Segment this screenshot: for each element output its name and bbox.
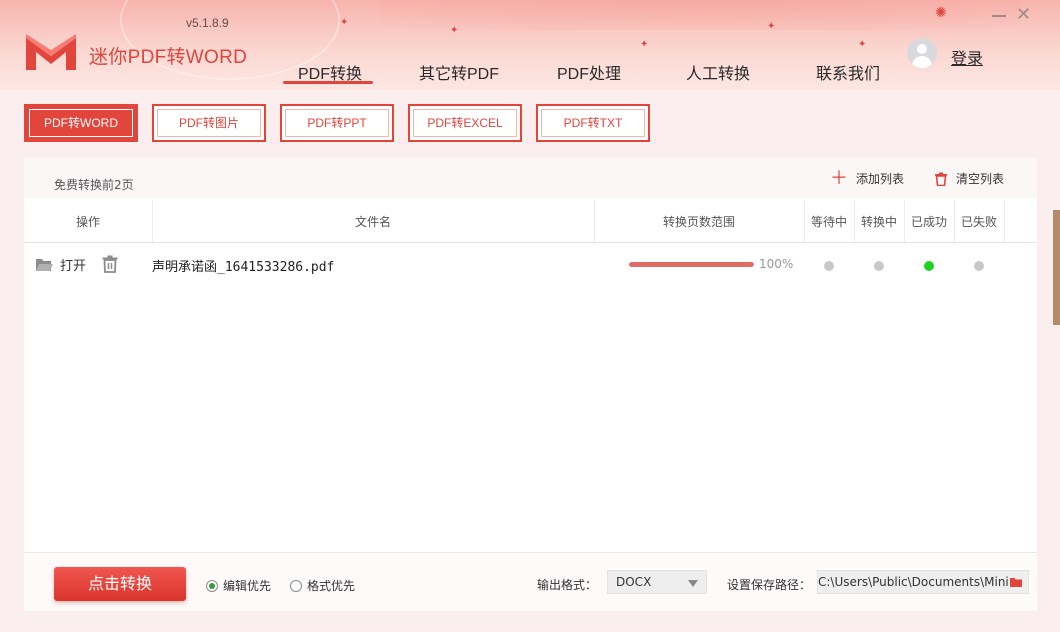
output-format-label: 输出格式： xyxy=(537,578,598,592)
radio-edit-priority[interactable]: 编辑优先 xyxy=(206,577,271,594)
header-decoration xyxy=(380,0,1020,30)
save-path-field[interactable]: C:\Users\Public\Documents\Mini xyxy=(817,570,1029,594)
file-name: 声明承诺函_1641533286.pdf xyxy=(152,260,335,275)
header-failed: 已失败 xyxy=(960,215,997,229)
app-header: ✦ ✦ ✦ ✦ ✺ ✦ 迷你PDF转WORD v5.1.8.9 PDF转换 其它… xyxy=(0,0,1060,90)
sparkle-icon: ✦ xyxy=(450,25,459,36)
radio-unchecked-icon xyxy=(290,579,302,592)
window-edge xyxy=(1053,210,1060,325)
output-format-select[interactable]: DOCX xyxy=(607,570,707,594)
subtab-label: PDF转PPT xyxy=(307,116,367,130)
sparkle-icon: ✦ xyxy=(340,17,349,28)
status-success-dot xyxy=(924,261,934,271)
table-header: 操作 文件名 转换页数范围 等待中 转换中 已成功 已失败 xyxy=(24,198,1037,243)
folder-open-icon[interactable] xyxy=(35,257,53,273)
radio-format-priority[interactable]: 格式优先 xyxy=(290,577,355,594)
app-title: 迷你PDF转WORD xyxy=(89,47,248,68)
active-tab-indicator xyxy=(283,81,373,84)
login-link[interactable]: 登录 xyxy=(951,45,983,69)
file-list-panel: 免费转换前2页 ＋ 添加列表 清空列表 操作 文件名 转换页数范围 等待中 转换… xyxy=(24,158,1037,611)
header-op: 操作 xyxy=(75,215,100,229)
save-path-label: 设置保存路径： xyxy=(727,578,812,592)
subtab-pdf-to-excel[interactable]: PDF转EXCEL xyxy=(408,104,522,142)
close-icon[interactable]: ✕ xyxy=(1016,5,1031,25)
avatar-icon[interactable] xyxy=(907,38,937,68)
plus-icon: ＋ xyxy=(830,167,848,189)
column-divider xyxy=(1004,200,1005,242)
radio-format-label: 格式优先 xyxy=(307,579,356,593)
subtab-pdf-to-ppt[interactable]: PDF转PPT xyxy=(280,104,394,142)
header-converting: 转换中 xyxy=(860,215,897,229)
status-converting-dot xyxy=(874,261,884,271)
radio-checked-icon xyxy=(206,579,218,592)
convert-button[interactable]: 点击转换 xyxy=(54,567,186,601)
radio-edit-label: 编辑优先 xyxy=(223,579,272,593)
delete-icon[interactable] xyxy=(102,255,118,273)
output-format-value: DOCX xyxy=(616,575,652,589)
tab-manual-convert[interactable]: 人工转换 xyxy=(686,60,750,84)
subtab-pdf-to-image[interactable]: PDF转图片 xyxy=(152,104,266,142)
subtab-label: PDF转EXCEL xyxy=(427,116,503,130)
tab-contact-us[interactable]: 联系我们 xyxy=(816,60,880,84)
sparkle-icon: ✦ xyxy=(640,39,649,50)
add-list-label: 添加列表 xyxy=(856,172,905,186)
app-version: v5.1.8.9 xyxy=(186,16,229,30)
tab-other-to-pdf[interactable]: 其它转PDF xyxy=(419,60,499,84)
sparkle-icon: ✦ xyxy=(858,39,867,50)
header-waiting: 等待中 xyxy=(810,215,847,229)
panel-toolbar: 免费转换前2页 ＋ 添加列表 清空列表 xyxy=(24,158,1037,198)
trash-icon xyxy=(935,172,947,186)
save-path-value: C:\Users\Public\Documents\Mini xyxy=(818,575,1008,589)
header-range: 转换页数范围 xyxy=(662,215,735,229)
progress-percent: 100% xyxy=(759,257,794,271)
status-waiting-dot xyxy=(824,261,834,271)
open-file-link[interactable]: 打开 xyxy=(60,255,86,274)
bottom-bar: 点击转换 编辑优先 格式优先 输出格式： DOCX 设置保存路径： C:\Use… xyxy=(24,552,1037,611)
free-note: 免费转换前2页 xyxy=(54,178,134,192)
clear-list-button[interactable]: 清空列表 xyxy=(934,170,1004,187)
progress-fill xyxy=(629,262,754,267)
sparkle-icon: ✺ xyxy=(935,5,947,21)
subtab-label: PDF转TXT xyxy=(563,116,623,130)
tab-pdf-process[interactable]: PDF处理 xyxy=(557,60,621,84)
table-row: 打开 声明承诺函_1641533286.pdf 100% xyxy=(24,243,1037,287)
add-list-button[interactable]: ＋ 添加列表 xyxy=(830,167,905,189)
header-filename: 文件名 xyxy=(354,215,391,229)
clear-list-label: 清空列表 xyxy=(956,172,1005,186)
subtab-pdf-to-word[interactable]: PDF转WORD xyxy=(24,104,138,142)
folder-icon[interactable] xyxy=(1010,577,1022,587)
subtab-pdf-to-txt[interactable]: PDF转TXT xyxy=(536,104,650,142)
subtab-label: PDF转图片 xyxy=(178,116,239,130)
chevron-down-icon xyxy=(688,580,698,587)
header-success: 已成功 xyxy=(910,215,947,229)
status-failed-dot xyxy=(974,261,984,271)
subtab-label: PDF转WORD xyxy=(44,116,118,130)
progress-bar xyxy=(629,262,754,267)
m-logo-icon xyxy=(26,34,76,70)
sparkle-icon: ✦ xyxy=(767,21,776,32)
minimize-icon[interactable] xyxy=(992,15,1006,17)
